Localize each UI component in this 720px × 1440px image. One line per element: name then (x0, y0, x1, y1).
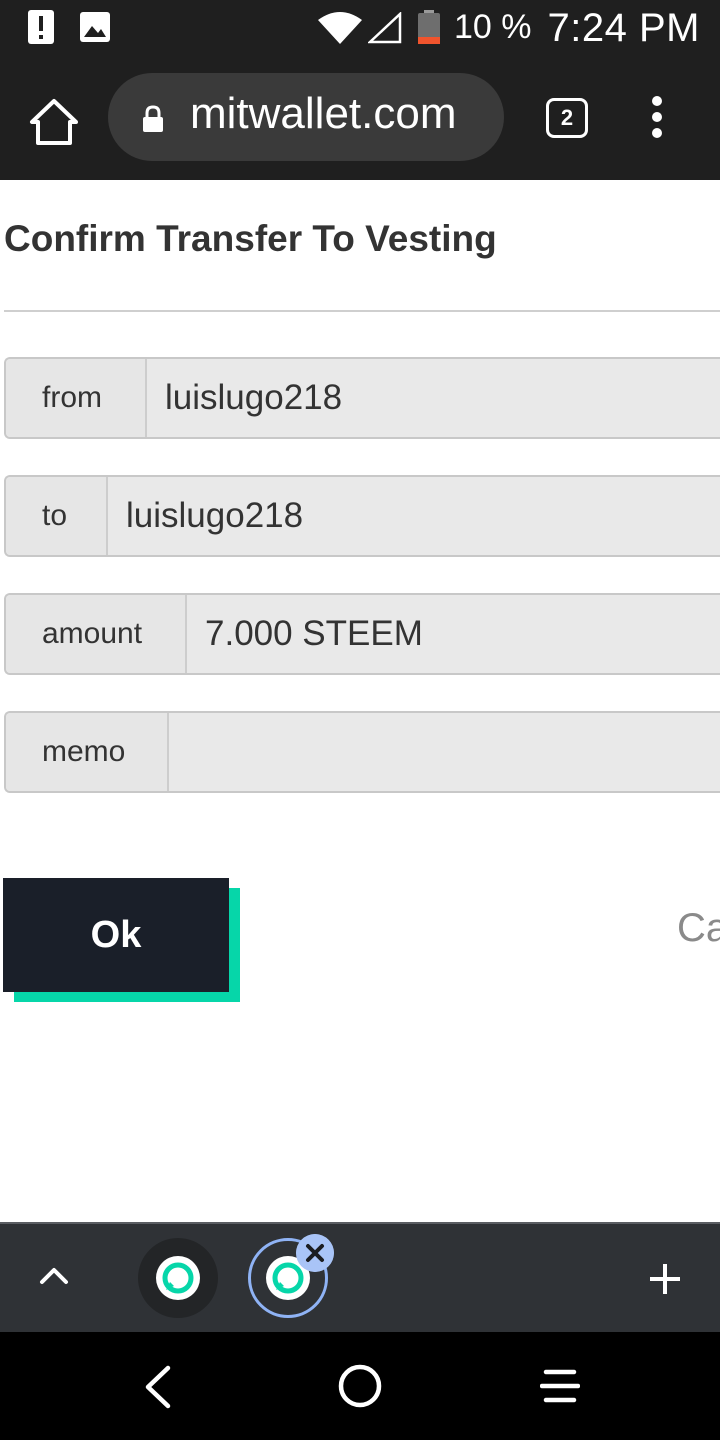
system-nav-bar (0, 1332, 720, 1440)
browser-toolbar: mitwallet.com 2 (0, 60, 720, 180)
to-label: to (6, 477, 108, 555)
from-label: from (6, 359, 147, 437)
amount-label: amount (6, 595, 187, 673)
recents-icon[interactable] (540, 1366, 580, 1406)
close-icon[interactable] (296, 1234, 334, 1272)
home-circle-icon[interactable] (338, 1364, 382, 1408)
address-bar[interactable]: mitwallet.com (108, 73, 504, 161)
cell-signal-icon (368, 12, 402, 44)
from-field[interactable]: from luislugo218 (4, 357, 720, 439)
from-value: luislugo218 (147, 359, 720, 437)
tab-strip (0, 1224, 720, 1332)
status-bar: 10 % 7:24 PM (0, 0, 720, 60)
page-title: Confirm Transfer To Vesting (4, 218, 497, 259)
image-icon (80, 12, 110, 42)
ok-button[interactable]: Ok (3, 878, 229, 992)
tab-thumbnail-1[interactable] (138, 1238, 218, 1318)
to-value: luislugo218 (108, 477, 720, 555)
divider (4, 310, 720, 312)
tab-favicon-icon (156, 1256, 200, 1300)
lock-icon (143, 105, 163, 132)
chevron-up-icon[interactable] (38, 1264, 70, 1288)
plus-icon[interactable] (648, 1262, 682, 1296)
cancel-button[interactable]: Ca (677, 906, 720, 951)
url-text: mitwallet.com (190, 89, 457, 138)
memo-label: memo (6, 713, 169, 791)
more-vert-icon[interactable] (648, 96, 666, 140)
amount-field[interactable]: amount 7.000 STEEM (4, 593, 720, 675)
battery-percent: 10 % (454, 8, 532, 46)
amount-value: 7.000 STEEM (187, 595, 720, 673)
battery-icon (418, 10, 440, 44)
wifi-icon (318, 12, 362, 44)
alert-icon (28, 10, 54, 44)
back-icon[interactable] (142, 1364, 174, 1410)
status-time: 7:24 PM (547, 6, 700, 50)
memo-field[interactable]: memo (4, 711, 720, 793)
to-field[interactable]: to luislugo218 (4, 475, 720, 557)
memo-value[interactable] (169, 713, 720, 791)
tabs-icon[interactable]: 2 (546, 98, 588, 138)
home-icon[interactable] (28, 96, 80, 148)
